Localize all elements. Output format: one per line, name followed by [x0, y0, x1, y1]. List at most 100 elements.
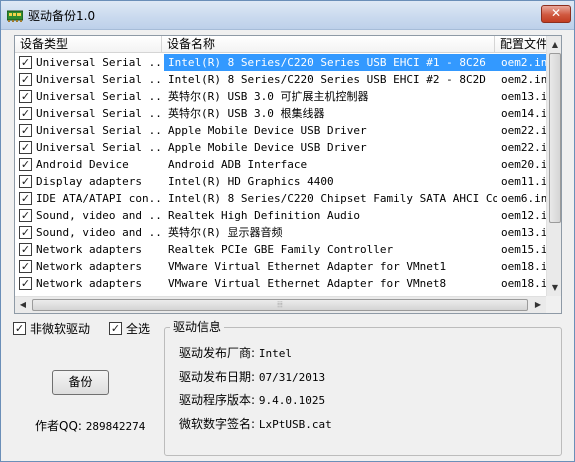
row-checkbox[interactable]: ✓ [19, 56, 32, 69]
table-row[interactable]: ✓ Network adapters Realtek PCIe GBE Family… [15, 241, 546, 258]
row-device-name: 英特尔(R) 显示器音频 [168, 226, 283, 239]
author-qq: 289842274 [85, 420, 146, 433]
scroll-up-icon[interactable]: ▲ [547, 36, 561, 53]
driver-vendor-label: 驱动发布厂商: [179, 346, 256, 360]
table-row[interactable]: ✓ Universal Serial ... 英特尔(R) USB 3.0 根集线器… [15, 105, 546, 122]
driver-signature-value: LxPtUSB.cat [258, 418, 332, 431]
row-checkbox[interactable]: ✓ [19, 192, 32, 205]
row-inf-file: oem13.inf [501, 226, 546, 239]
main-window: 驱动备份1.0 ✕ 设备类型 设备名称 配置文件 ✓ Universal Seri… [0, 0, 575, 462]
row-device-name: Apple Mobile Device USB Driver [168, 124, 367, 137]
row-device-name: 英特尔(R) USB 3.0 根集线器 [168, 107, 325, 120]
table-row[interactable]: ✓ Network adapters VMware Virtual Ethernet… [15, 258, 546, 275]
row-device-type: Universal Serial ... [36, 73, 161, 86]
author-info: 作者QQ: 289842274 [35, 417, 145, 434]
row-device-name: 英特尔(R) USB 3.0 可扩展主机控制器 [168, 90, 369, 103]
row-checkbox[interactable]: ✓ [19, 175, 32, 188]
row-device-name: Apple Mobile Device USB Driver [168, 141, 367, 154]
driver-version-value: 9.4.0.1025 [258, 394, 326, 407]
row-device-name: VMware Virtual Ethernet Adapter for VMne… [168, 260, 447, 273]
app-icon [7, 10, 23, 22]
row-inf-file: oem22.inf [501, 141, 546, 154]
horizontal-scrollbar[interactable]: ◀ ⦙⦙⦙ ▶ [15, 296, 546, 313]
row-checkbox[interactable]: ✓ [19, 124, 32, 137]
row-inf-file: oem2.inf [497, 54, 546, 71]
row-checkbox[interactable]: ✓ [19, 226, 32, 239]
select-all-checkbox[interactable]: ✓ [109, 322, 122, 335]
row-checkbox[interactable]: ✓ [19, 141, 32, 154]
row-device-type: Universal Serial ... [36, 141, 161, 154]
row-device-name: Intel(R) HD Graphics 4400 [168, 175, 334, 188]
row-device-type: Universal Serial ... [36, 56, 161, 69]
driver-version-label: 驱动程序版本: [179, 393, 256, 407]
row-device-type: IDE ATA/ATAPI con... [36, 192, 161, 205]
row-checkbox[interactable]: ✓ [19, 243, 32, 256]
row-checkbox[interactable]: ✓ [19, 209, 32, 222]
row-device-type: Network adapters [36, 243, 142, 256]
scroll-right-icon[interactable]: ▶ [530, 297, 546, 313]
table-row[interactable]: ✓ IDE ATA/ATAPI con... Intel(R) 8 Series/C… [15, 190, 546, 207]
driver-date: 驱动发布日期: 07/31/2013 [179, 369, 325, 385]
scroll-left-icon[interactable]: ◀ [15, 297, 31, 313]
row-inf-file: oem6.inf [501, 192, 546, 205]
scrollbar-corner [546, 296, 561, 313]
title-bar[interactable]: 驱动备份1.0 ✕ [1, 1, 574, 30]
driver-signature-label: 微软数字签名: [179, 417, 256, 431]
row-inf-file: oem12.inf [501, 209, 546, 222]
table-row[interactable]: ✓ Android Device Android ADB Interface oem2… [15, 156, 546, 173]
non-microsoft-checkbox[interactable]: ✓ [13, 322, 26, 335]
row-device-type: Universal Serial ... [36, 90, 161, 103]
row-checkbox[interactable]: ✓ [19, 90, 32, 103]
horizontal-scroll-thumb[interactable]: ⦙⦙⦙ [32, 299, 528, 311]
row-device-type: Universal Serial ... [36, 107, 161, 120]
row-device-type: Network adapters [36, 277, 142, 290]
table-row[interactable]: ✓ Universal Serial ... 英特尔(R) USB 3.0 可扩展主… [15, 88, 546, 105]
backup-button[interactable]: 备份 [52, 370, 109, 395]
row-inf-file: oem14.inf [501, 107, 546, 120]
row-checkbox[interactable]: ✓ [19, 260, 32, 273]
driver-date-label: 驱动发布日期: [179, 370, 256, 384]
table-row[interactable]: ✓ Universal Serial ... Intel(R) 8 Series/C… [15, 54, 546, 71]
row-device-name: VMware Virtual Ethernet Adapter for VMne… [168, 277, 447, 290]
vertical-scrollbar[interactable]: ▲ ▼ [546, 36, 561, 296]
driver-vendor-value: Intel [258, 347, 292, 360]
row-checkbox[interactable]: ✓ [19, 107, 32, 120]
list-header: 设备类型 设备名称 配置文件 [15, 36, 548, 53]
close-icon: ✕ [550, 6, 562, 20]
row-inf-file: oem15.inf [501, 243, 546, 256]
table-row[interactable]: ✓ Sound, video and ... 英特尔(R) 显示器音频 oem13.i… [15, 224, 546, 241]
row-device-name: Realtek PCIe GBE Family Controller [168, 243, 394, 256]
scroll-down-icon[interactable]: ▼ [547, 279, 561, 296]
row-inf-file: oem20.inf [501, 158, 546, 171]
table-row[interactable]: ✓ Universal Serial ... Apple Mobile Device… [15, 122, 546, 139]
row-device-name: Android ADB Interface [168, 158, 308, 171]
close-button[interactable]: ✕ [541, 5, 571, 23]
table-row[interactable]: ✓ Universal Serial ... Apple Mobile Device… [15, 139, 546, 156]
column-header-device-name[interactable]: 设备名称 [162, 36, 495, 53]
row-inf-file: oem11.inf [501, 175, 546, 188]
vertical-scroll-thumb[interactable] [549, 53, 561, 223]
row-device-name: Intel(R) 8 Series/C220 Series USB EHCI #… [164, 54, 497, 71]
row-device-name: Intel(R) 8 Series/C220 Chipset Family SA… [168, 192, 497, 205]
non-microsoft-label[interactable]: 非微软驱动 [30, 321, 90, 337]
row-inf-file: oem18.inf [501, 277, 546, 290]
row-checkbox[interactable]: ✓ [19, 73, 32, 86]
row-device-name: Intel(R) 8 Series/C220 Series USB EHCI #… [168, 73, 486, 86]
table-row[interactable]: ✓ Sound, video and ... Realtek High Defini… [15, 207, 546, 224]
row-device-type: Android Device [36, 158, 129, 171]
row-inf-file: oem2.inf [501, 73, 546, 86]
driver-vendor: 驱动发布厂商: Intel [179, 345, 292, 361]
column-header-device-type[interactable]: 设备类型 [15, 36, 162, 53]
driver-signature: 微软数字签名: LxPtUSB.cat [179, 416, 332, 432]
driver-list[interactable]: 设备类型 设备名称 配置文件 ✓ Universal Serial ... Inte… [14, 35, 562, 314]
row-device-type: Display adapters [36, 175, 142, 188]
row-device-type: Universal Serial ... [36, 124, 161, 137]
table-row[interactable]: ✓ Network adapters VMware Virtual Ethernet… [15, 275, 546, 292]
row-checkbox[interactable]: ✓ [19, 277, 32, 290]
driver-info-title: 驱动信息 [170, 320, 225, 334]
table-row[interactable]: ✓ Universal Serial ... Intel(R) 8 Series/C… [15, 71, 546, 88]
select-all-label[interactable]: 全选 [126, 321, 150, 337]
row-checkbox[interactable]: ✓ [19, 158, 32, 171]
driver-date-value: 07/31/2013 [258, 371, 326, 384]
table-row[interactable]: ✓ Display adapters Intel(R) HD Graphics 44… [15, 173, 546, 190]
